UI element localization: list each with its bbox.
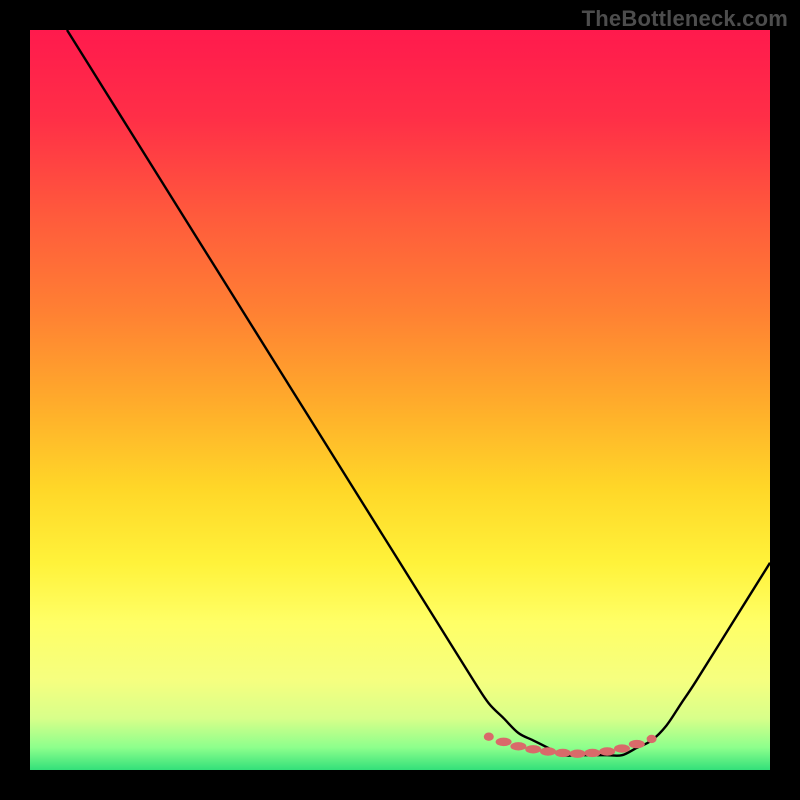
marker-dot	[614, 744, 630, 752]
marker-dot	[484, 733, 494, 741]
marker-dot	[525, 745, 541, 753]
watermark-text: TheBottleneck.com	[582, 6, 788, 32]
chart-frame: TheBottleneck.com	[0, 0, 800, 800]
marker-dot	[555, 749, 571, 757]
marker-dot	[496, 738, 512, 746]
marker-dot	[647, 735, 657, 743]
marker-dot	[599, 747, 615, 755]
marker-dot	[540, 747, 556, 755]
marker-dot	[570, 750, 586, 758]
marker-dot	[584, 749, 600, 757]
marker-dot	[629, 740, 645, 748]
plot-area	[30, 30, 770, 770]
bottleneck-curve	[67, 30, 770, 756]
chart-svg	[30, 30, 770, 770]
optimal-zone-markers	[484, 733, 657, 758]
marker-dot	[510, 742, 526, 750]
